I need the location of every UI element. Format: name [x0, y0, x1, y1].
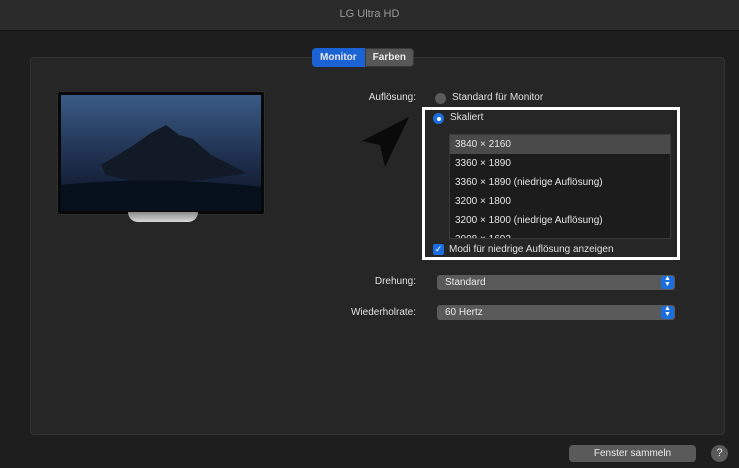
- tab-farben[interactable]: Farben: [364, 48, 414, 67]
- tab-monitor[interactable]: Monitor: [312, 48, 365, 67]
- resolution-list[interactable]: 3840 × 2160 3360 × 1890 3360 × 1890 (nie…: [449, 134, 671, 239]
- tab-bar: Monitor Farben: [312, 48, 414, 67]
- stepper-icon: ▲ ▼: [661, 275, 674, 289]
- monitor-preview: [58, 92, 264, 214]
- resolution-option[interactable]: 3360 × 1890 (niedrige Auflösung): [450, 173, 670, 192]
- refresh-rate-value: 60 Hertz: [445, 307, 483, 318]
- resolution-label: Auflösung:: [368, 92, 416, 103]
- radio-default-for-display[interactable]: [435, 93, 446, 104]
- stepper-icon: ▲ ▼: [661, 305, 674, 319]
- low-res-checkbox[interactable]: ✓: [433, 244, 444, 255]
- arrow-cursor-icon: [362, 117, 409, 167]
- rotation-popup[interactable]: Standard ▲ ▼: [437, 275, 675, 290]
- resolution-option[interactable]: 3360 × 1890: [450, 154, 670, 173]
- monitor-stand: [128, 212, 198, 222]
- help-icon[interactable]: ?: [711, 445, 728, 462]
- gather-windows-button[interactable]: Fenster sammeln: [569, 445, 696, 462]
- default-for-display-label: Standard für Monitor: [452, 92, 544, 103]
- resolution-option[interactable]: 3200 × 1800: [450, 192, 670, 211]
- refresh-rate-popup[interactable]: 60 Hertz ▲ ▼: [437, 305, 675, 320]
- resolution-option[interactable]: 3008 × 1692: [450, 230, 670, 238]
- title-bar: LG Ultra HD: [0, 0, 739, 31]
- resolution-option[interactable]: 3840 × 2160: [450, 135, 670, 154]
- low-res-checkbox-label: Modi für niedrige Auflösung anzeigen: [449, 244, 614, 255]
- resolution-option[interactable]: 3200 × 1800 (niedrige Auflösung): [450, 211, 670, 230]
- radio-scaled[interactable]: [433, 113, 444, 124]
- scaled-label: Skaliert: [450, 112, 484, 123]
- wallpaper-image: [61, 95, 261, 211]
- refresh-rate-label: Wiederholrate:: [350, 307, 416, 318]
- window-title: LG Ultra HD: [339, 8, 400, 20]
- rotation-label: Drehung:: [374, 276, 416, 287]
- rotation-value: Standard: [445, 277, 486, 288]
